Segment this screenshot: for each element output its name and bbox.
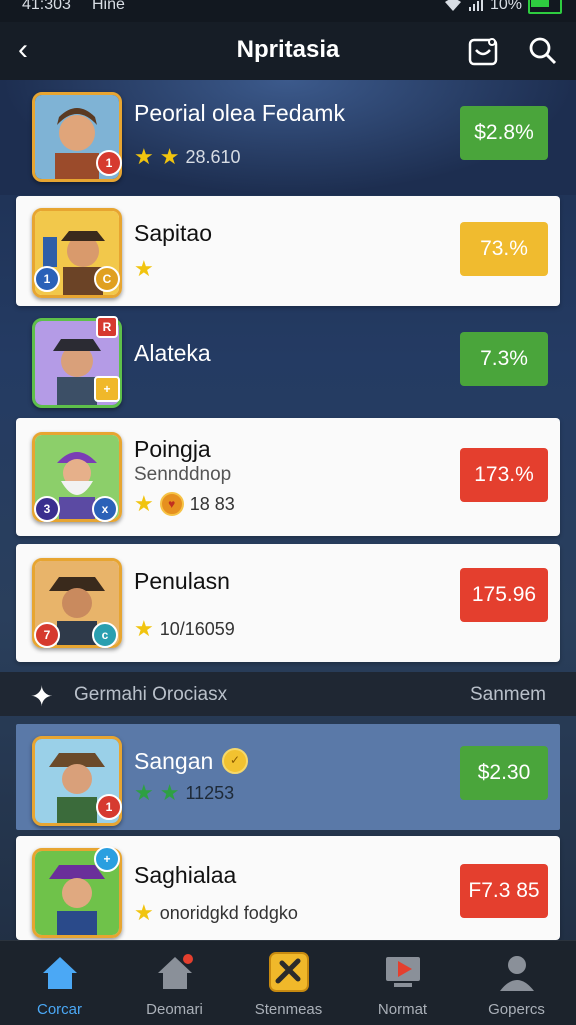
bottom-nav: Corcar Deomari Stenmeas Normat Gopercs [0,940,576,1025]
badge-right: x [92,496,118,522]
price-button[interactable]: 173.% [460,448,548,502]
star-icon: ★ [159,144,180,169]
bonus-badge: + [94,376,120,402]
item-meta: ★ ♥ 18 83 [134,492,235,516]
nav-label: Corcar [36,1001,82,1018]
list-item[interactable]: 7 c Penulasn ★ 10/16059 175.96 [16,544,560,662]
item-subtitle: Sennddnop [134,464,232,485]
star-icon: ★ [134,144,154,169]
item-name: Saghialaa [134,862,237,888]
badge-left: 3 [34,496,60,522]
item-meta: ★ [134,258,154,280]
item-name: Penulasn [134,568,230,594]
house-notify-icon [158,954,193,989]
list-item[interactable]: + Saghialaa ★ onoridgkd fodgko F7.3 85 [16,836,560,940]
profile-icon [500,956,534,991]
list-item[interactable]: 3 x Poingja Sennddnop ★ ♥ 18 83 173.% [16,418,560,536]
item-rating-count: 28.610 [185,146,241,167]
camera-icon[interactable] [468,36,498,66]
nav-label: Gopercs [488,1001,545,1018]
item-name: Sapitao [134,220,213,246]
nav-normat[interactable]: Normat [345,941,460,1025]
nav-stenmeas[interactable]: Stenmeas [231,941,346,1025]
star-icon: ★ [134,616,154,641]
badge-left: 1 [34,266,60,292]
list-item[interactable]: 1 Peorial olea Fedamk ★ ★ 28.610 $2.8% [16,84,560,192]
star-icon: ★ [134,780,154,805]
item-name: Peorial olea Fedamk [134,100,345,126]
star-outline-icon: ✦ [30,681,54,712]
plus-badge: + [94,846,120,872]
item-meta: ★ ★ 11253 [134,782,234,804]
wifi-icon [444,0,461,11]
section-more-link[interactable]: Sanmem [470,684,546,706]
game-controller-icon [269,952,309,992]
battery-percent: 10% [489,0,522,13]
badge-right: c [92,622,118,648]
star-icon: ★ [134,256,154,281]
rank-badge: 1 [96,150,122,176]
item-meta: ★ ★ 28.610 [134,146,241,168]
nav-home[interactable]: Corcar [2,941,117,1025]
search-icon[interactable] [528,36,558,66]
battery-icon [528,0,562,14]
rank-badge: 1 [96,794,122,820]
section-title: Germahi Orociasx [74,684,228,705]
item-meta: ★ 10/16059 [134,618,235,640]
item-rating-count: 18 83 [189,493,235,514]
nav-label: Stenmeas [254,1001,323,1018]
nav-label: Normat [377,1001,428,1018]
nav-label: Deomari [146,1001,203,1018]
item-rating-count: 11253 [185,782,235,803]
status-carrier: Hine [92,0,125,13]
price-button[interactable]: 73.% [460,222,548,276]
star-icon: ★ [159,780,180,805]
item-name: Poingja [134,436,211,462]
app-header: ‹ Npritasia [0,22,576,80]
tag-badge: R [96,316,118,338]
item-name: Sangan [134,748,214,774]
coin-icon: ♥ [159,492,184,516]
nav-gopercs[interactable]: Gopercs [459,941,574,1025]
signal-icon [468,0,483,11]
list-item[interactable]: R + Alateka 7.3% [16,310,560,414]
list-item[interactable]: 1 C Sapitao ★ 73.% [16,196,560,306]
home-icon [43,957,77,989]
price-button[interactable]: $2.30 [460,746,548,800]
star-icon: ★ [134,491,154,516]
item-rating-count: 10/16059 [159,618,235,639]
price-button[interactable]: 175.96 [460,568,548,622]
star-icon: ★ [134,900,154,925]
nav-deomari[interactable]: Deomari [117,941,232,1025]
status-bar: 41:303 Hine 10% [0,0,576,22]
list-item-selected[interactable]: 1 Sangan ✓ ★ ★ 11253 $2.30 [16,724,560,830]
status-time: 41:303 [22,0,71,13]
item-tags: onoridgkd fodgko [159,902,298,923]
edit-coin-icon: ✓ [222,748,248,774]
price-button[interactable]: F7.3 85 [460,864,548,918]
price-button[interactable]: $2.8% [460,106,548,160]
price-button[interactable]: 7.3% [460,332,548,386]
badge-left: 7 [34,622,60,648]
monitor-icon [386,957,420,987]
item-meta: ★ onoridgkd fodgko [134,902,298,924]
coin-badge: C [94,266,120,292]
section-header: ✦ Germahi Orociasx Sanmem [0,672,576,716]
item-name: Alateka [134,340,211,366]
